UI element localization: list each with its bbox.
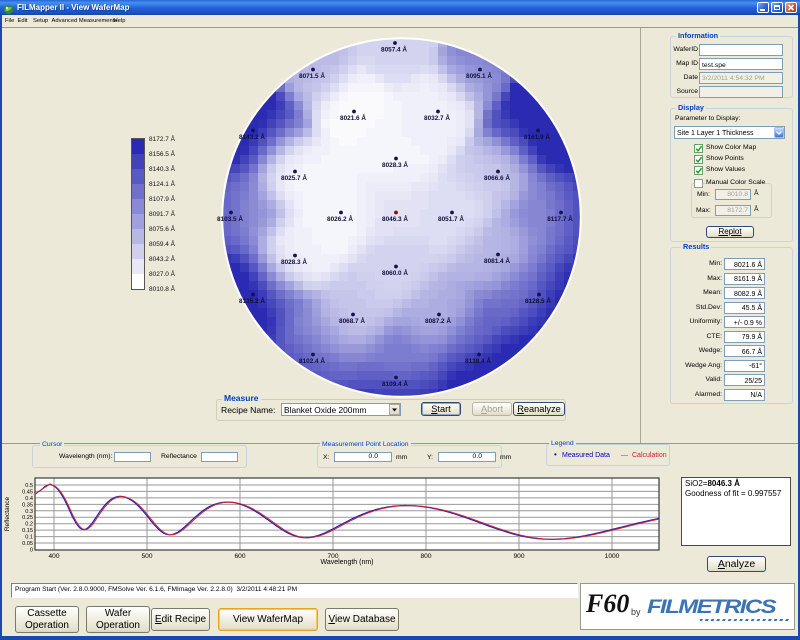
svg-text:8135.2 Å: 8135.2 Å	[239, 296, 265, 305]
svg-text:0.15: 0.15	[22, 528, 33, 534]
svg-text:8071.5 Å: 8071.5 Å	[299, 71, 325, 80]
svg-text:8103.5 Å: 8103.5 Å	[217, 214, 243, 223]
svg-text:8028.3 Å: 8028.3 Å	[281, 257, 307, 266]
svg-text:0.4: 0.4	[25, 496, 33, 502]
svg-text:600: 600	[234, 553, 245, 560]
svg-text:400: 400	[48, 553, 59, 560]
svg-text:0: 0	[30, 548, 33, 554]
svg-text:0.2: 0.2	[25, 522, 33, 528]
svg-text:0.25: 0.25	[22, 515, 33, 521]
svg-text:8087.2 Å: 8087.2 Å	[425, 316, 451, 325]
svg-text:0.1: 0.1	[25, 535, 33, 541]
svg-text:1000: 1000	[605, 553, 620, 560]
svg-text:0.3: 0.3	[25, 509, 33, 515]
svg-text:8028.3 Å: 8028.3 Å	[382, 160, 408, 169]
svg-text:8032.7 Å: 8032.7 Å	[424, 113, 450, 122]
svg-text:8138.4 Å: 8138.4 Å	[465, 356, 491, 365]
svg-text:8068.7 Å: 8068.7 Å	[339, 316, 365, 325]
svg-text:0.5: 0.5	[25, 483, 33, 489]
svg-text:8066.6 Å: 8066.6 Å	[484, 173, 510, 182]
svg-text:8117.7 Å: 8117.7 Å	[547, 214, 573, 223]
svg-text:800: 800	[420, 553, 431, 560]
svg-text:Wavelength (nm): Wavelength (nm)	[320, 559, 373, 566]
svg-text:8026.2 Å: 8026.2 Å	[327, 214, 353, 223]
svg-text:0.45: 0.45	[22, 489, 33, 495]
svg-text:8143.2 Å: 8143.2 Å	[239, 132, 265, 141]
svg-text:500: 500	[141, 553, 152, 560]
svg-text:0.05: 0.05	[22, 541, 33, 547]
svg-text:900: 900	[513, 553, 524, 560]
svg-text:8021.6 Å: 8021.6 Å	[340, 113, 366, 122]
svg-text:8102.4 Å: 8102.4 Å	[299, 356, 325, 365]
svg-text:8109.4 Å: 8109.4 Å	[382, 379, 408, 388]
svg-text:8051.7 Å: 8051.7 Å	[438, 214, 464, 223]
svg-text:0.35: 0.35	[22, 502, 33, 508]
svg-text:8060.0 Å: 8060.0 Å	[382, 268, 408, 277]
svg-text:8128.5 Å: 8128.5 Å	[525, 296, 551, 305]
svg-text:8081.4 Å: 8081.4 Å	[484, 256, 510, 265]
svg-text:8095.1 Å: 8095.1 Å	[466, 71, 492, 80]
svg-text:Reflectance: Reflectance	[4, 496, 11, 531]
svg-text:8025.7 Å: 8025.7 Å	[281, 173, 307, 182]
svg-text:8161.9 Å: 8161.9 Å	[524, 132, 550, 141]
svg-text:8057.4 Å: 8057.4 Å	[381, 44, 407, 53]
svg-text:8046.3 Å: 8046.3 Å	[382, 214, 408, 223]
